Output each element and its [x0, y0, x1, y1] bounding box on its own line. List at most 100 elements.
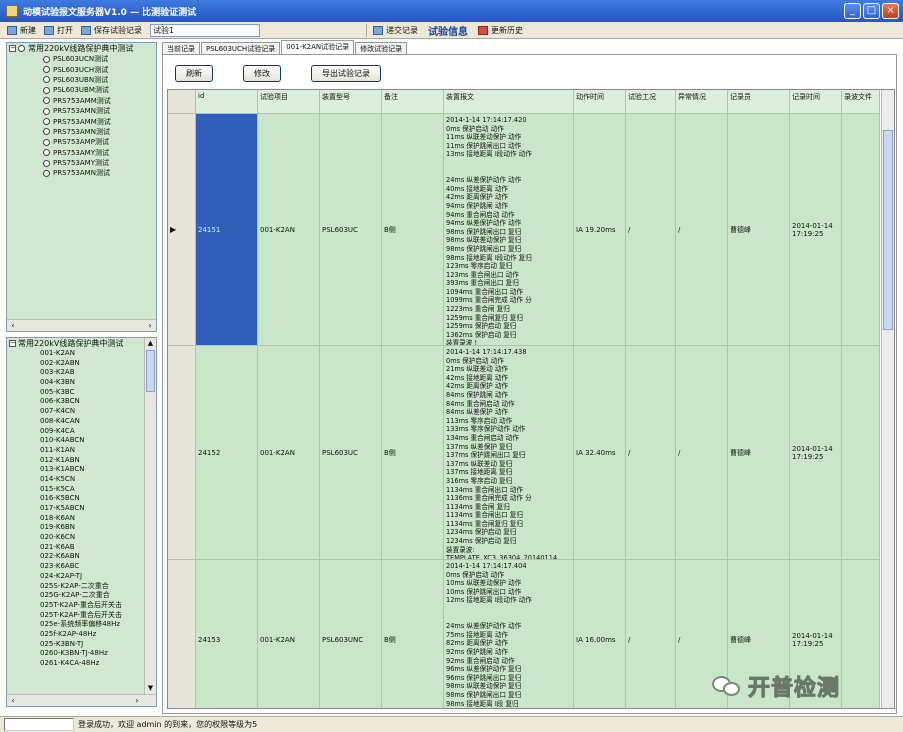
tree-item[interactable]: 006-K3BCN: [7, 397, 156, 407]
scroll-thumb[interactable]: [883, 130, 893, 330]
cell-model[interactable]: PSL603UC: [320, 346, 382, 560]
test-info-button[interactable]: 试验信息: [422, 23, 474, 38]
update-history-button[interactable]: 更新历史: [474, 23, 527, 38]
new-button[interactable]: 新建: [3, 23, 40, 38]
col-header[interactable]: 记录员: [728, 90, 790, 114]
test-name-field[interactable]: 试验1: [150, 23, 260, 37]
tree-item[interactable]: PRS753AMY测试: [7, 158, 156, 168]
radio-node-icon[interactable]: [43, 107, 50, 115]
tree-item[interactable]: 003-K2AB: [7, 368, 156, 378]
cell-model[interactable]: PSL603UC: [320, 114, 382, 346]
table-row[interactable]: 24152 001-K2AN PSL603UC B侧 2014-1-14 17:…: [168, 346, 880, 560]
radio-node-icon[interactable]: [43, 118, 50, 126]
cell-record-time[interactable]: 2014-01-14 17:19:25: [790, 346, 842, 560]
cell-id[interactable]: 24153: [196, 560, 258, 708]
minimize-button[interactable]: _: [844, 3, 861, 19]
radio-node-icon[interactable]: [43, 149, 50, 157]
cell-item[interactable]: 001-K2AN: [258, 560, 320, 708]
tree-top-hscroll[interactable]: ‹ ›: [7, 319, 156, 331]
cell-condition[interactable]: /: [626, 346, 676, 560]
collapse-icon[interactable]: −: [9, 340, 16, 347]
tree-item[interactable]: PSL603UBN测试: [7, 75, 156, 85]
tab-001-k2an-record[interactable]: 001-K2AN试验记录: [281, 40, 355, 55]
tree-item[interactable]: 020-K6CN: [7, 533, 156, 543]
tree-root-tests[interactable]: − 常用220kV线路保护典中测试: [7, 338, 156, 349]
cell-condition[interactable]: /: [626, 114, 676, 346]
tree-item[interactable]: 009-K4CA: [7, 427, 156, 437]
cell-time[interactable]: IA 19.20ms: [574, 114, 626, 346]
tree-item[interactable]: 025S-K2AP-二次重合: [7, 582, 156, 592]
open-button[interactable]: 打开: [40, 23, 77, 38]
row-selector[interactable]: ▶: [168, 114, 196, 346]
scroll-up-icon[interactable]: ▲: [145, 338, 156, 349]
refresh-button[interactable]: 刷新: [175, 65, 213, 82]
tree-item[interactable]: PSL603UBM测试: [7, 85, 156, 95]
cell-message[interactable]: 2014-1-14 17:14:17.404 0ms 保护启动 动作 10ms …: [444, 560, 574, 708]
tree-item[interactable]: 025G-K2AP-二次重合: [7, 591, 156, 601]
tree-item[interactable]: 012-K1ABN: [7, 456, 156, 466]
tree-bottom-hscroll[interactable]: ‹ ›: [7, 694, 156, 706]
col-header[interactable]: 装置报文: [444, 90, 574, 114]
tree-item[interactable]: 015-K5CA: [7, 485, 156, 495]
cell-model[interactable]: PSL603UNC: [320, 560, 382, 708]
maximize-button[interactable]: □: [863, 3, 880, 19]
export-record-button[interactable]: 导出试验记录: [311, 65, 381, 82]
col-header[interactable]: 动作时间: [574, 90, 626, 114]
cell-message[interactable]: 2014-1-14 17:14:17.420 0ms 保护启动 动作 11ms …: [444, 114, 574, 346]
tree-item[interactable]: 023-K6ABC: [7, 562, 156, 572]
radio-node-icon[interactable]: [43, 86, 50, 94]
tree-item[interactable]: 019-K6BN: [7, 523, 156, 533]
col-header[interactable]: 录波文件: [842, 90, 880, 114]
scroll-right-icon[interactable]: ›: [132, 696, 142, 706]
radio-node-icon[interactable]: [43, 138, 50, 146]
tree-item[interactable]: 025-K3BN-TJ: [7, 640, 156, 650]
cell-time[interactable]: IA 16.00ms: [574, 560, 626, 708]
tree-item[interactable]: 004-K3BN: [7, 378, 156, 388]
cell-abnormal[interactable]: /: [676, 114, 728, 346]
save-record-button[interactable]: 保存试验记录: [77, 23, 146, 38]
radio-node-icon[interactable]: [43, 159, 50, 167]
tree-item[interactable]: 025T-K2AP-重合后开关击: [7, 611, 156, 621]
tree-item[interactable]: PRS753AMP测试: [7, 137, 156, 147]
tree-item[interactable]: PSL603UCH测试: [7, 64, 156, 74]
tree-item[interactable]: 018-K6AN: [7, 514, 156, 524]
tree-item[interactable]: 025e-系统频率偏移48Hz: [7, 620, 156, 630]
radio-node-icon[interactable]: [43, 97, 50, 105]
cell-note[interactable]: B侧: [382, 114, 444, 346]
col-header[interactable]: 装置型号: [320, 90, 382, 114]
cell-wave-file[interactable]: [842, 346, 880, 560]
cell-recorder[interactable]: 曹德峰: [728, 114, 790, 346]
scroll-down-icon[interactable]: ▼: [145, 683, 156, 694]
tree-item[interactable]: 024-K2AP-TJ: [7, 572, 156, 582]
tree-item[interactable]: 025f-K2AP-48Hz: [7, 630, 156, 640]
col-header[interactable]: id: [196, 90, 258, 114]
tree-item[interactable]: 0260-K3BN-TJ-48Hz: [7, 649, 156, 659]
row-selector[interactable]: [168, 346, 196, 560]
tree-item[interactable]: 008-K4CAN: [7, 417, 156, 427]
col-header[interactable]: 备注: [382, 90, 444, 114]
tree-item[interactable]: 005-K3BC: [7, 388, 156, 398]
col-header[interactable]: 试验工况: [626, 90, 676, 114]
tree-item[interactable]: 013-K1ABCN: [7, 465, 156, 475]
tree-item[interactable]: PSL603UCN测试: [7, 54, 156, 64]
tree-item[interactable]: PRS753AMM测试: [7, 96, 156, 106]
tree-item[interactable]: 017-K5ABCN: [7, 504, 156, 514]
cell-wave-file[interactable]: [842, 560, 880, 708]
tree-item[interactable]: PRS753AMY测试: [7, 148, 156, 158]
radio-node-icon[interactable]: [43, 55, 50, 63]
radio-node-icon[interactable]: [43, 66, 50, 74]
close-button[interactable]: ×: [882, 3, 899, 19]
cell-note[interactable]: B侧: [382, 560, 444, 708]
tree-bottom-vscroll[interactable]: ▲ ▼: [144, 338, 156, 694]
cell-note[interactable]: B侧: [382, 346, 444, 560]
submit-record-button[interactable]: 递交记录: [369, 23, 422, 38]
tree-item[interactable]: 025T-K2AP-重合后开关击: [7, 601, 156, 611]
cell-time[interactable]: IA 32.40ms: [574, 346, 626, 560]
tree-item[interactable]: 014-K5CN: [7, 475, 156, 485]
collapse-icon[interactable]: −: [9, 45, 16, 52]
radio-node-icon[interactable]: [43, 169, 50, 177]
scroll-thumb[interactable]: [146, 350, 155, 392]
tree-item[interactable]: PRS753AMN测试: [7, 127, 156, 137]
cell-wave-file[interactable]: [842, 114, 880, 346]
modify-button[interactable]: 修改: [243, 65, 281, 82]
